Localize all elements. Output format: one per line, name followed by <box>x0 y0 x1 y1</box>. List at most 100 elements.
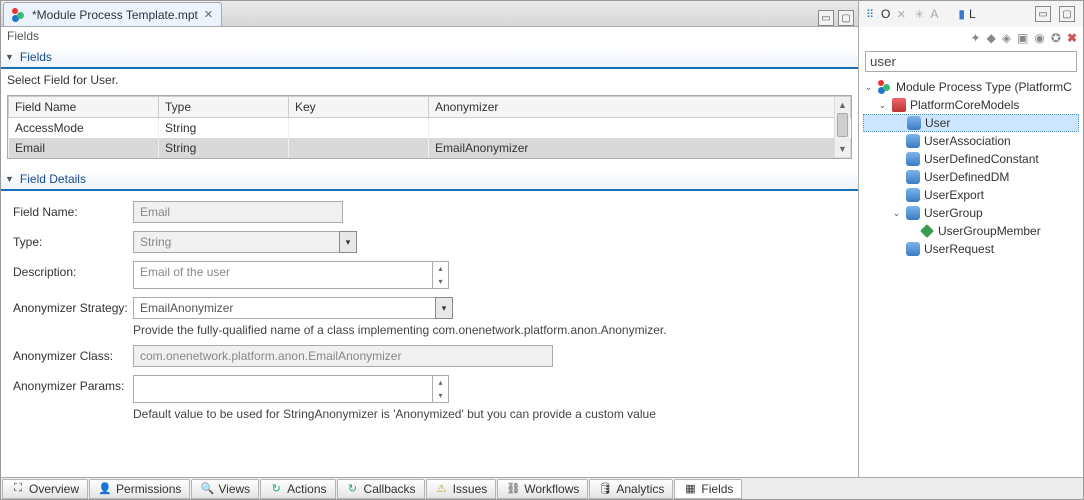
tree-item-usergroup[interactable]: ⌄ UserGroup <box>863 204 1079 222</box>
breadcrumb: Fields <box>1 27 858 47</box>
outline-actions: ✦ ◆ ◈ ▣ ◉ ✪ ✖ <box>859 27 1083 49</box>
type-label: Type: <box>13 231 133 249</box>
minimize-button[interactable]: ▭ <box>818 10 834 26</box>
details-section-header[interactable]: ▼ Field Details <box>1 169 858 191</box>
expand-icon[interactable]: ⌄ <box>863 82 874 93</box>
tree-item[interactable]: UserGroupMember <box>863 222 1079 240</box>
child-icon <box>920 224 934 238</box>
maximize-button[interactable]: ▢ <box>1059 6 1075 22</box>
anonymizer-class-label: Anonymizer Class: <box>13 345 133 363</box>
params-hint: Default value to be used for StringAnony… <box>133 407 846 421</box>
model-icon <box>907 116 921 130</box>
remove-icon[interactable]: ✖ <box>1067 31 1077 45</box>
action-icon[interactable]: ▣ <box>1017 31 1028 45</box>
section-title: Fields <box>20 50 52 64</box>
field-details-form: Field Name: Email Type: String ▾ Descrip… <box>1 191 858 431</box>
col-type[interactable]: Type <box>159 97 289 118</box>
scroll-up-icon[interactable]: ▲ <box>835 97 850 113</box>
minimize-button[interactable]: ▭ <box>1035 6 1051 22</box>
scroll-down-icon[interactable]: ▼ <box>835 141 850 157</box>
editor-bottom-tabs: ⛶Overview 👤Permissions 🔍Views ↻Actions ↻… <box>1 477 1083 499</box>
overview-icon: ⛶ <box>11 482 25 496</box>
link-icon[interactable]: ✕ <box>894 7 908 21</box>
field-name-input: Email <box>133 201 343 223</box>
tab-views[interactable]: 🔍Views <box>191 479 259 499</box>
model-icon <box>906 242 920 256</box>
table-row[interactable]: AccessMode String <box>9 118 851 139</box>
outline-l-label: L <box>969 7 976 21</box>
table-row[interactable]: Email String EmailAnonymizer <box>9 138 851 158</box>
table-scrollbar[interactable]: ▲ ▼ <box>834 97 850 157</box>
strategy-hint: Provide the fully-qualified name of a cl… <box>133 323 846 337</box>
tree-item[interactable]: UserDefinedDM <box>863 168 1079 186</box>
anonymizer-params-label: Anonymizer Params: <box>13 375 133 393</box>
description-input[interactable]: Email of the user <box>133 261 433 289</box>
chevron-down-icon[interactable]: ▾ <box>435 297 453 319</box>
tree-item-root[interactable]: ⌄ Module Process Type (PlatformC <box>863 78 1079 96</box>
action-icon[interactable]: ✦ <box>971 31 981 45</box>
outline-o-label: O <box>881 7 890 21</box>
tree-item[interactable]: UserAssociation <box>863 132 1079 150</box>
mpt-file-icon <box>12 8 26 22</box>
anonymizer-strategy-label: Anonymizer Strategy: <box>13 297 133 315</box>
maximize-button[interactable]: ▢ <box>838 10 854 26</box>
fields-icon: ▦ <box>683 482 697 496</box>
field-name-label: Field Name: <box>13 201 133 219</box>
tab-permissions[interactable]: 👤Permissions <box>89 479 190 499</box>
tab-analytics[interactable]: 🛢Analytics <box>589 479 673 499</box>
close-icon[interactable]: ✕ <box>204 8 213 21</box>
tree-item-user[interactable]: User <box>863 114 1079 132</box>
tree-item[interactable]: UserRequest <box>863 240 1079 258</box>
editor-tab-title: *Module Process Template.mpt <box>32 8 198 22</box>
expand-icon[interactable]: ⌄ <box>877 100 888 111</box>
chevron-down-icon: ▾ <box>339 231 357 253</box>
col-key[interactable]: Key <box>289 97 429 118</box>
description-label: Description: <box>13 261 133 279</box>
tree-item-group[interactable]: ⌄ PlatformCoreModels <box>863 96 1079 114</box>
model-icon <box>906 152 920 166</box>
anonymizer-strategy-select[interactable]: EmailAnonymizer <box>133 297 435 319</box>
tab-callbacks[interactable]: ↻Callbacks <box>337 479 425 499</box>
outline-filter-input[interactable] <box>865 51 1077 72</box>
action-icon[interactable]: ✪ <box>1051 31 1061 45</box>
action-icon[interactable]: ◉ <box>1034 31 1044 45</box>
tree-item[interactable]: UserExport <box>863 186 1079 204</box>
views-icon: 🔍 <box>200 482 214 496</box>
editor-tab[interactable]: *Module Process Template.mpt ✕ <box>3 2 222 26</box>
model-icon <box>906 188 920 202</box>
select-message: Select Field for User. <box>1 69 858 91</box>
issues-icon: ⚠ <box>435 482 449 496</box>
collapse-icon: ▼ <box>5 174 14 184</box>
action-icon[interactable]: ◆ <box>987 31 996 45</box>
model-icon <box>906 206 920 220</box>
outline-tree: ⌄ Module Process Type (PlatformC ⌄ Platf… <box>859 76 1083 260</box>
tab-fields[interactable]: ▦Fields <box>674 479 742 499</box>
tab-overview[interactable]: ⛶Overview <box>2 479 88 499</box>
outline-toolbar: ⠿ O ✕ ✳ A ▮ L ▭ ▢ <box>859 1 1083 27</box>
workflows-icon: ⛓ <box>506 482 520 496</box>
section-title: Field Details <box>20 172 86 186</box>
tree-item[interactable]: UserDefinedConstant <box>863 150 1079 168</box>
anonymizer-params-input[interactable] <box>133 375 433 403</box>
tab-actions[interactable]: ↻Actions <box>260 479 335 499</box>
expand-icon[interactable]: ⌄ <box>891 208 902 219</box>
col-field-name[interactable]: Field Name <box>9 97 159 118</box>
fields-table: Field Name Type Key Anonymizer AccessMod… <box>7 95 852 159</box>
outline-icon[interactable]: ⠿ <box>863 7 877 21</box>
tab-issues[interactable]: ⚠Issues <box>426 479 497 499</box>
analytics-icon: 🛢 <box>598 482 612 496</box>
anonymizer-class-input: com.onenetwork.platform.anon.EmailAnonym… <box>133 345 553 367</box>
ruler-icon[interactable]: ▮ <box>958 7 965 21</box>
description-spinner[interactable]: ▴▾ <box>433 261 449 289</box>
tab-workflows[interactable]: ⛓Workflows <box>497 479 588 499</box>
col-anonymizer[interactable]: Anonymizer <box>429 97 851 118</box>
action-icon[interactable]: ◈ <box>1002 31 1011 45</box>
model-icon <box>906 134 920 148</box>
bug-icon[interactable]: ✳ <box>912 7 926 21</box>
actions-icon: ↻ <box>269 482 283 496</box>
fields-section-header[interactable]: ▼ Fields <box>1 47 858 69</box>
package-icon <box>892 98 906 112</box>
module-type-icon <box>878 80 892 94</box>
model-icon <box>906 170 920 184</box>
params-spinner[interactable]: ▴▾ <box>433 375 449 403</box>
